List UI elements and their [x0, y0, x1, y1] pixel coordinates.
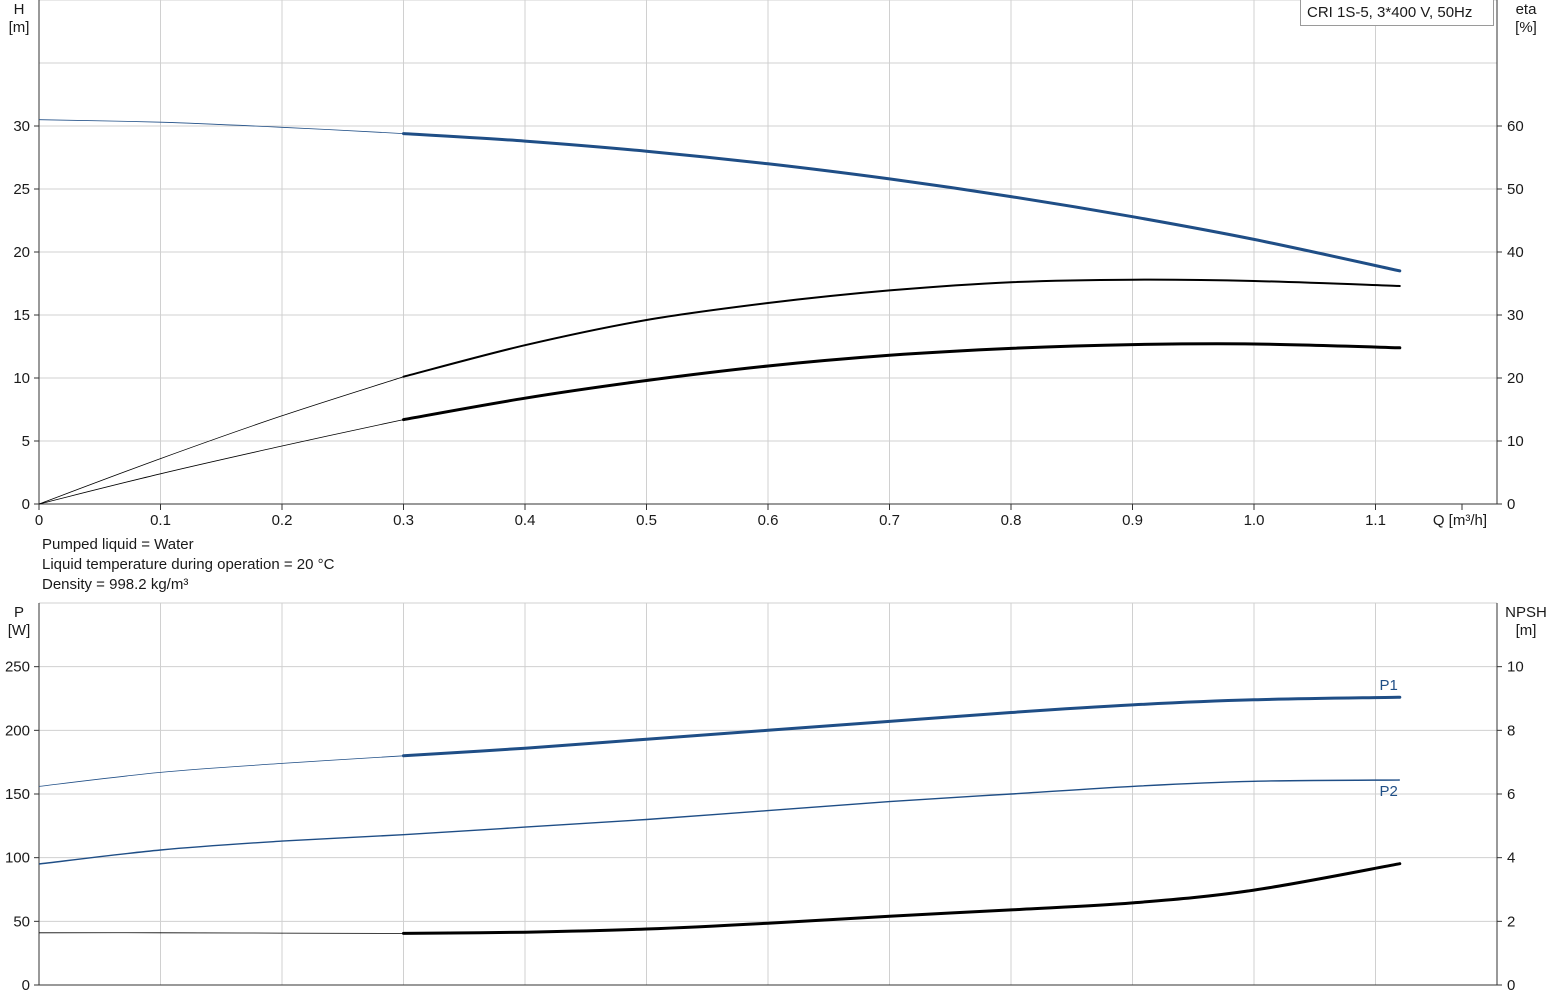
panel1-series-1-line	[402, 132, 1402, 273]
panel2-series-3-line	[402, 862, 1402, 935]
panel1-right-tick-label: 40	[1507, 244, 1524, 261]
density-text: Density = 998.2 kg/m³	[42, 576, 189, 593]
panel2-right-tick-label: 6	[1507, 786, 1515, 803]
panel1-right-tick-label: 20	[1507, 370, 1524, 387]
panel1-x-tick-label: 0.2	[272, 512, 293, 529]
panel1-series-1-line-extension	[38, 119, 404, 134]
panel1-x-tick-label: 0.8	[1001, 512, 1022, 529]
panel2-left-tick-label: 50	[13, 913, 30, 930]
panel1-left-axis-unit: [m]	[9, 19, 30, 36]
liquid-temperature-text: Liquid temperature during operation = 20…	[42, 556, 335, 573]
panel1-right-axis-name: eta	[1516, 1, 1538, 18]
panel1-left-tick-label: 20	[13, 244, 30, 261]
panel1-series-3-line	[402, 342, 1402, 422]
pump-model-box: CRI 1S-5, 3*400 V, 50Hz	[1300, 0, 1494, 26]
panel1-x-tick-label: 1.0	[1244, 512, 1265, 529]
pump-performance-chart: 0510152025300102030405060H[m]eta[%]0 0.1 0…	[5, 0, 1547, 991]
panel1-series-3-line-extension	[38, 419, 404, 505]
panel1-left-tick-label: 10	[13, 370, 30, 387]
pumped-liquid-text: Pumped liquid = Water	[42, 536, 194, 553]
panel1-left-tick-label: 25	[13, 181, 30, 198]
panel1-left-axis-name: H	[14, 1, 25, 18]
panel1-right-tick-label: 60	[1507, 118, 1524, 135]
panel2-right-axis-name: NPSH	[1505, 604, 1547, 621]
panel2-right-tick-label: 8	[1507, 722, 1515, 739]
panel2-right-tick-label: 2	[1507, 913, 1515, 930]
panel2-left-tick-label: 0	[22, 977, 30, 991]
panel2-left-tick-label: 250	[5, 659, 30, 676]
panel2-left-axis-name: P	[14, 604, 24, 621]
panel1-right-tick-label: 50	[1507, 181, 1524, 198]
panel2-series-p1-line	[402, 695, 1402, 758]
panel1-series-2-line-extension	[38, 376, 404, 505]
panel1-right-axis-unit: [%]	[1515, 19, 1537, 36]
panel1-x-tick-label: 0.4	[515, 512, 536, 529]
panel1-series-2-line	[402, 278, 1401, 378]
panel2-right-tick-label: 10	[1507, 659, 1524, 676]
panel2-left-tick-label: 150	[5, 786, 30, 803]
panel1-x-tick-label: 0	[35, 512, 43, 529]
panel1-x-tick-label: 0.6	[758, 512, 779, 529]
panel1-x-axis-label: Q [m³/h]	[1433, 512, 1487, 529]
panel1-x-tick-label: 0.5	[636, 512, 657, 529]
panel1-x-tick-label: 1.1	[1365, 512, 1386, 529]
panel2-series-p2-line	[38, 779, 1400, 865]
panel2-series-label-p1: P1	[1379, 677, 1397, 694]
panel1-left-tick-label: 5	[22, 433, 30, 450]
panel1-left-tick-label: 0	[22, 496, 30, 513]
panel1-x-tick-label: 0.1	[150, 512, 171, 529]
panel1-left-tick-label: 30	[13, 118, 30, 135]
panel1-left-tick-label: 15	[13, 307, 30, 324]
panel2-left-axis-unit: [W]	[8, 622, 31, 639]
panel1-x-tick-label: 0.3	[393, 512, 414, 529]
panel1-x-tick-label: 0.7	[879, 512, 900, 529]
panel2-series-3-line-extension	[38, 932, 404, 934]
panel2-left-tick-label: 200	[5, 722, 30, 739]
panel1-right-tick-label: 10	[1507, 433, 1524, 450]
panel2-right-axis-unit: [m]	[1516, 622, 1537, 639]
panel2-series-label-p2: P2	[1379, 783, 1397, 800]
panel2-left-tick-label: 100	[5, 850, 30, 867]
panel1-x-tick-label: 0.9	[1122, 512, 1143, 529]
panel2-right-tick-label: 4	[1507, 850, 1515, 867]
panel1-right-tick-label: 30	[1507, 307, 1524, 324]
panel2-right-tick-label: 0	[1507, 977, 1515, 991]
panel2-series-p1-line-extension	[38, 755, 404, 787]
panel1-right-tick-label: 0	[1507, 496, 1515, 513]
